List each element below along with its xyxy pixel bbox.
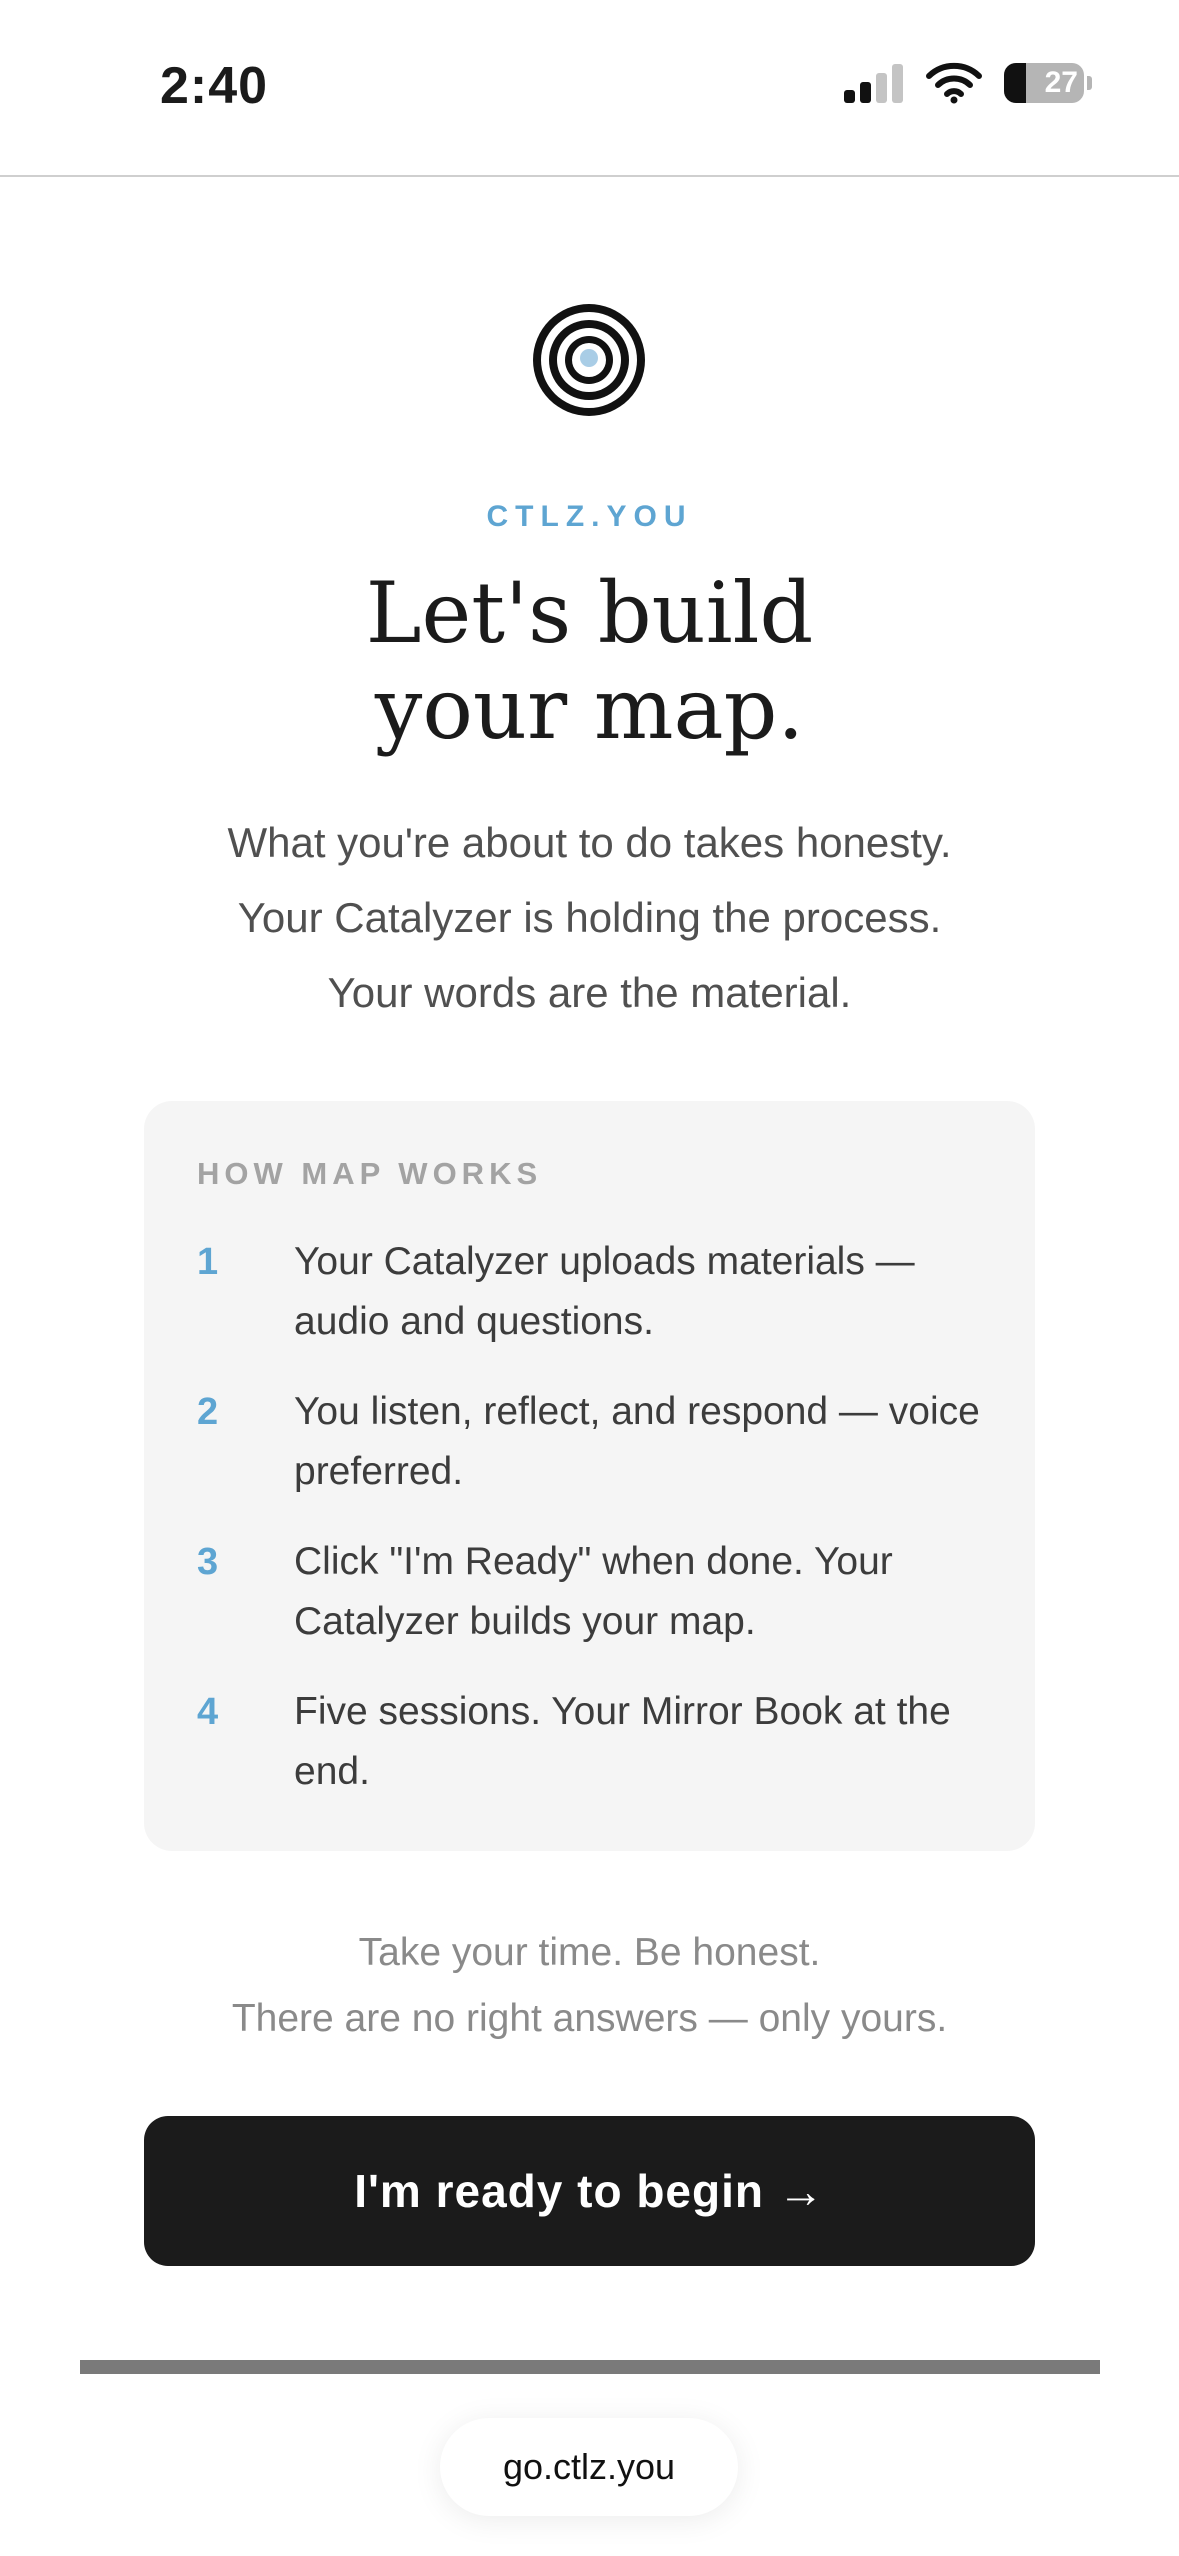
step-number: 2	[197, 1391, 219, 1433]
battery-icon: 27	[1004, 63, 1092, 103]
battery-level	[1004, 63, 1026, 103]
step-number: 3	[197, 1541, 219, 1583]
intro-line: Your Catalyzer is holding the process.	[237, 894, 942, 941]
how-it-works-card: HOW MAP WORKS 1 Your Catalyzer uploads m…	[144, 1101, 1035, 1851]
brand-label: CTLZ.YOU	[486, 500, 693, 533]
step-number: 4	[197, 1691, 219, 1733]
browser-url-bar[interactable]: go.ctlz.you	[440, 2418, 738, 2516]
intro-text: What you're about to do takes honesty. Y…	[0, 805, 1179, 1030]
toolbar-edge	[80, 2360, 1100, 2374]
wifi-icon	[926, 62, 982, 104]
step-item: 2 You listen, reflect, and respond — voi…	[197, 1382, 983, 1502]
intro-line: What you're about to do takes honesty.	[227, 819, 952, 866]
signal-icon	[844, 64, 903, 103]
page-title-line-1: Let's build	[365, 564, 814, 662]
step-item: 4 Five sessions. Your Mirror Book at the…	[197, 1682, 983, 1802]
intro-line: Your words are the material.	[327, 969, 852, 1016]
step-item: 1 Your Catalyzer uploads materials — aud…	[197, 1232, 983, 1352]
status-icons: 27	[844, 62, 1092, 104]
closing-line-2: There are no right answers — only yours.	[231, 1997, 948, 2040]
step-item: 3 Click "I'm Ready" when done. Your Cata…	[197, 1532, 983, 1652]
card-heading: HOW MAP WORKS	[197, 1156, 543, 1191]
step-text: Click "I'm Ready" when done. Your Cataly…	[294, 1540, 893, 1643]
closing-note: Take your time. Be honest. There are no …	[0, 1920, 1179, 2052]
page-title-line-2: your map.	[374, 660, 805, 758]
step-number: 1	[197, 1241, 219, 1283]
battery-percent: 27	[1044, 66, 1078, 99]
step-text: Your Catalyzer uploads materials — audio…	[294, 1240, 915, 1343]
begin-button[interactable]: I'm ready to begin →	[144, 2116, 1035, 2266]
closing-line-1: Take your time. Be honest.	[358, 1931, 821, 1974]
step-text: You listen, reflect, and respond — voice…	[294, 1390, 980, 1493]
step-text: Five sessions. Your Mirror Book at the e…	[294, 1690, 951, 1793]
concentric-circles-logo-icon	[533, 304, 645, 416]
page-title: Let's build your map.	[0, 565, 1179, 757]
status-time: 2:40	[160, 57, 269, 115]
status-bar: 2:40 27	[0, 0, 1179, 177]
